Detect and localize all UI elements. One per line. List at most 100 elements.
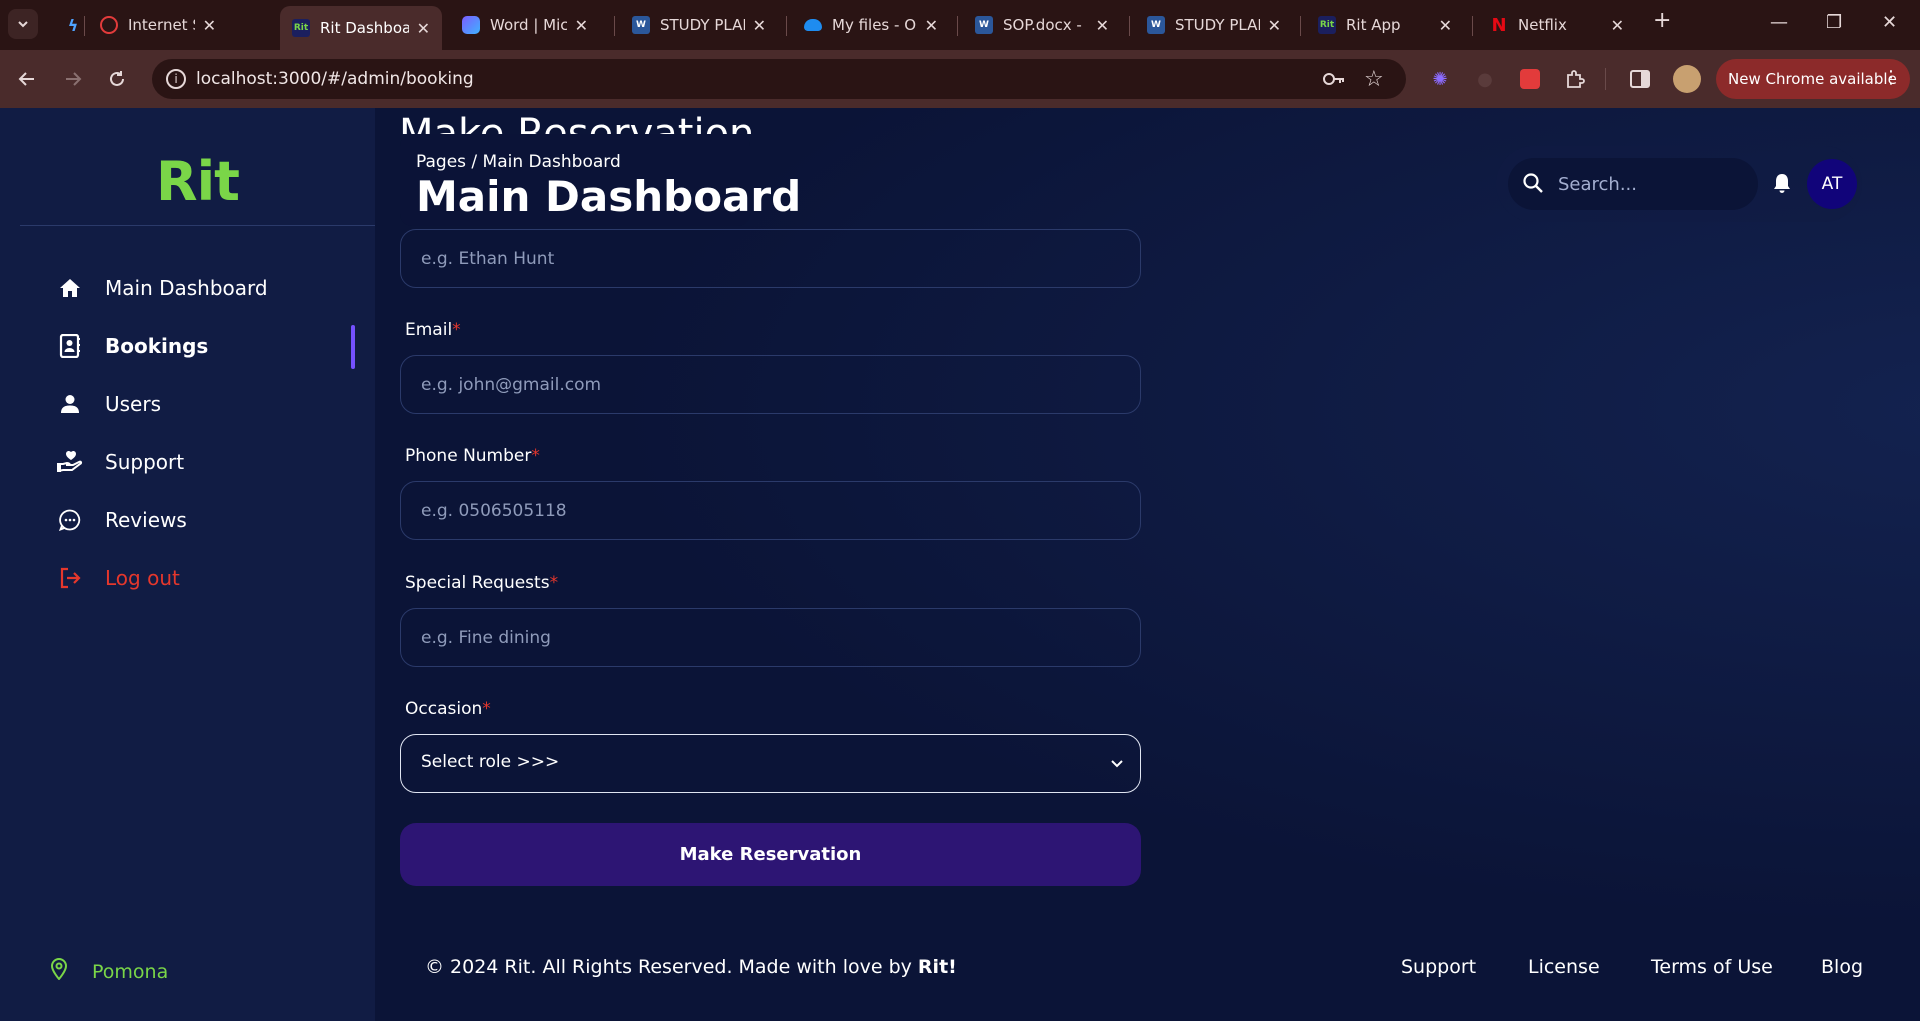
- required-mark: *: [452, 320, 461, 340]
- sidebar-item-reviews[interactable]: Reviews: [56, 504, 187, 536]
- chrome-update-button[interactable]: New Chrome available ⋮: [1716, 59, 1910, 99]
- user-avatar[interactable]: AT: [1807, 159, 1857, 209]
- close-icon[interactable]: ✕: [1096, 16, 1109, 35]
- forward-button[interactable]: [58, 64, 88, 94]
- phone-input[interactable]: [421, 498, 1121, 524]
- home-icon: [56, 274, 84, 302]
- footer-link-terms[interactable]: Terms of Use: [1651, 956, 1773, 978]
- extension-flower-icon[interactable]: ✺: [1428, 67, 1452, 91]
- minimize-icon[interactable]: —: [1770, 12, 1788, 33]
- breadcrumb[interactable]: Pages / Main Dashboard: [416, 152, 621, 172]
- special-requests-input[interactable]: [421, 625, 1121, 651]
- close-icon[interactable]: ✕: [753, 16, 766, 35]
- phone-field[interactable]: [400, 481, 1141, 540]
- sidebar-item-label: Log out: [105, 566, 180, 590]
- name-input[interactable]: [421, 246, 1121, 272]
- word-favicon-icon: W: [1147, 16, 1165, 34]
- extension-red-icon[interactable]: [1518, 67, 1542, 91]
- tab-search-button[interactable]: [8, 9, 38, 39]
- restore-icon[interactable]: ❐: [1826, 12, 1842, 33]
- close-icon[interactable]: ✕: [1439, 16, 1452, 35]
- browser-tab-active[interactable]: Rit Rit Dashboa ✕: [280, 6, 442, 50]
- bookmark-star-icon[interactable]: ☆: [1364, 67, 1384, 92]
- logout-icon: [56, 564, 84, 592]
- copilot-favicon-icon: [462, 16, 480, 34]
- browser-tab[interactable]: Word | Micro ✕: [450, 8, 600, 42]
- footer-link-support[interactable]: Support: [1401, 956, 1476, 978]
- close-icon[interactable]: ✕: [203, 16, 216, 35]
- location-name: Pomona: [92, 960, 169, 983]
- sidebar: Rit Main Dashboard Bookings Users Suppor…: [0, 108, 375, 1021]
- browser-tab-strip: ϟ Internet Spe ✕ Rit Rit Dashboa ✕ Word …: [0, 0, 1920, 50]
- rit-favicon-icon: Rit: [292, 19, 310, 37]
- close-window-icon[interactable]: ✕: [1882, 12, 1897, 33]
- footer-link-blog[interactable]: Blog: [1821, 956, 1863, 978]
- sidebar-item-users[interactable]: Users: [56, 388, 161, 420]
- email-field[interactable]: [400, 355, 1141, 414]
- browser-tab[interactable]: Rit Rit App ✕: [1306, 8, 1464, 42]
- chat-bubble-icon: [56, 506, 84, 534]
- search-input[interactable]: [1558, 170, 1748, 198]
- more-vertical-icon[interactable]: ⋮: [1882, 67, 1900, 88]
- tab-title: Netflix: [1518, 16, 1567, 34]
- tab-title: Rit App: [1346, 16, 1401, 34]
- tab-title: Internet Spe: [128, 16, 195, 34]
- profile-avatar-icon[interactable]: [1673, 65, 1701, 93]
- sidebar-item-support[interactable]: Support: [56, 446, 184, 478]
- sidebar-item-bookings[interactable]: Bookings: [56, 330, 208, 362]
- back-button[interactable]: [12, 64, 42, 94]
- phone-label: Phone Number*: [405, 446, 540, 466]
- occasion-select[interactable]: Select role >>>: [400, 734, 1141, 793]
- close-icon[interactable]: ✕: [417, 19, 430, 38]
- make-reservation-button[interactable]: Make Reservation: [400, 823, 1141, 886]
- extensions-puzzle-icon[interactable]: [1563, 67, 1587, 91]
- new-tab-button[interactable]: +: [1653, 8, 1671, 33]
- browser-tab[interactable]: W STUDY PLAN ✕: [620, 8, 778, 42]
- sidebar-item-main-dashboard[interactable]: Main Dashboard: [56, 272, 268, 304]
- location-indicator: Pomona: [50, 958, 168, 985]
- browser-tab[interactable]: W STUDY PLAN ✕: [1135, 8, 1293, 42]
- address-bar[interactable]: i localhost:3000/#/admin/booking ☆: [152, 59, 1406, 99]
- browser-tab[interactable]: Internet Spe ✕: [88, 8, 228, 42]
- onedrive-favicon-icon: [804, 19, 822, 31]
- occasion-selected-value: Select role >>>: [421, 752, 560, 772]
- required-mark: *: [549, 573, 559, 593]
- password-key-icon[interactable]: [1322, 69, 1346, 94]
- special-requests-field[interactable]: [400, 608, 1141, 667]
- contact-book-icon: [56, 332, 84, 360]
- close-icon[interactable]: ✕: [1611, 16, 1624, 35]
- speedtest-favicon-icon: [100, 16, 118, 34]
- sidebar-item-logout[interactable]: Log out: [56, 562, 180, 594]
- name-field[interactable]: [400, 229, 1141, 288]
- close-icon[interactable]: ✕: [575, 16, 588, 35]
- reload-button[interactable]: [102, 64, 132, 94]
- sidebar-item-label: Reviews: [105, 508, 187, 532]
- sidebar-item-label: Users: [105, 392, 162, 416]
- tool-favicon-icon: ϟ: [67, 15, 79, 35]
- tab-title: My files - On: [832, 16, 917, 34]
- footer-copyright: © 2024 Rit. All Rights Reserved. Made wi…: [425, 956, 957, 978]
- close-icon[interactable]: ✕: [925, 16, 938, 35]
- bell-icon[interactable]: [1772, 172, 1792, 198]
- chevron-down-icon: [1110, 755, 1124, 774]
- email-input[interactable]: [421, 372, 1121, 398]
- hand-heart-icon: [56, 448, 84, 476]
- close-icon[interactable]: ✕: [1268, 16, 1281, 35]
- footer-brand[interactable]: Rit!: [918, 956, 957, 978]
- footer-link-license[interactable]: License: [1528, 956, 1600, 978]
- reservation-heading: Make Reservation: [399, 111, 755, 134]
- browser-tab[interactable]: N Netflix ✕: [1478, 8, 1636, 42]
- site-info-icon[interactable]: i: [166, 69, 186, 89]
- search-bar[interactable]: [1508, 158, 1758, 210]
- side-panel-icon[interactable]: [1628, 67, 1652, 91]
- url-text[interactable]: localhost:3000/#/admin/booking: [196, 69, 474, 89]
- arrow-left-icon: [18, 72, 34, 86]
- occasion-label: Occasion*: [405, 699, 491, 719]
- brand-logo[interactable]: Rit: [0, 150, 395, 213]
- arrow-right-icon: [66, 72, 82, 86]
- extension-moon-icon[interactable]: ●: [1473, 67, 1497, 91]
- browser-tab[interactable]: W SOP.docx - M ✕: [963, 8, 1121, 42]
- sidebar-item-label: Main Dashboard: [105, 276, 268, 300]
- browser-tab[interactable]: My files - On ✕: [792, 8, 950, 42]
- sidebar-item-label: Support: [105, 450, 185, 474]
